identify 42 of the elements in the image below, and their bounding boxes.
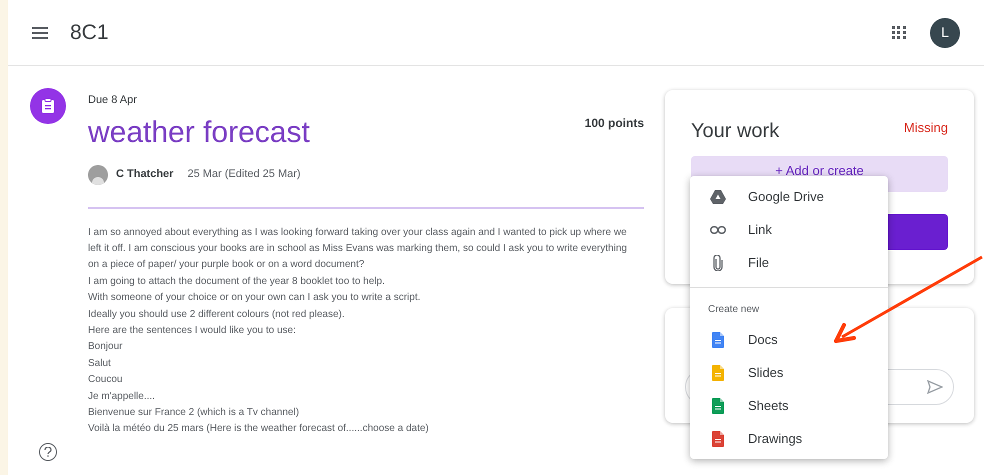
instruction-text: Bonjour [88,340,124,354]
menu-item[interactable]: Sheets [690,389,888,422]
card-title: Your work [691,119,780,144]
menu-item[interactable]: File [690,246,888,279]
paperclip-icon [713,254,723,270]
menu-item-label: Slides [748,364,784,382]
assignment-icon [30,88,66,124]
help-icon[interactable] [39,443,57,461]
instruction-text: I am so annoyed about everything as I was looking forward taking over your class again and I wanted to pick up where we left it off. I am conscious your books are in school as Miss Evans was marking them, so could I ask you to write everything on a piece of paper/ your purple book or on a word document? [88,226,628,272]
menu-section-title: Create new [707,303,760,317]
send-icon[interactable] [927,380,943,394]
menu-item-label: Link [748,220,772,239]
link-icon [710,226,726,234]
menu-item-label: File [748,254,769,272]
instruction-text: With someone of your choice or on your own can I ask you to write a script. [88,291,422,306]
drive-icon [710,190,726,204]
class-name: 8C1 [70,20,109,46]
instruction-text: Ideally you should use 2 different colours (not red please). [88,308,346,322]
assignment-title: weather forecast [88,114,311,150]
author-name: C Thatcher [116,167,174,182]
menu-item[interactable]: Slides [690,356,888,389]
menu-item-label: Sheets [748,396,788,415]
post-date: 25 Mar (Edited 25 Mar) [187,167,301,182]
menu-item-label: Docs [748,330,778,349]
instruction-text: Je m'appelle.... [88,390,156,404]
instruction-text: Voilà la météo du 25 mars (Here is the weather forecast of......choose a date) [88,422,430,436]
menu-item-label: Drawings [748,430,802,448]
menu-item[interactable]: Docs [690,323,888,356]
instruction-text: Here are the sentences I would like you to use: [88,324,297,338]
status-label: Missing [904,119,948,137]
apps-grid-icon[interactable] [892,26,906,39]
menu-item[interactable]: Link [690,213,888,246]
instruction-text: Coucou [88,373,124,388]
menu-icon[interactable] [32,26,48,38]
account-avatar[interactable]: L [930,18,960,48]
menu-item[interactable]: Drawings [690,422,888,455]
points: 100 points [584,115,644,132]
instruction-text: Bienvenue sur France 2 (which is a Tv channel) [88,406,300,420]
due-date: Due 8 Apr [88,93,138,108]
author-avatar [88,164,108,184]
instruction-text: Salut [88,356,112,371]
instruction-text: I am going to attach the document of the year 8 booklet too to help. [88,274,386,289]
